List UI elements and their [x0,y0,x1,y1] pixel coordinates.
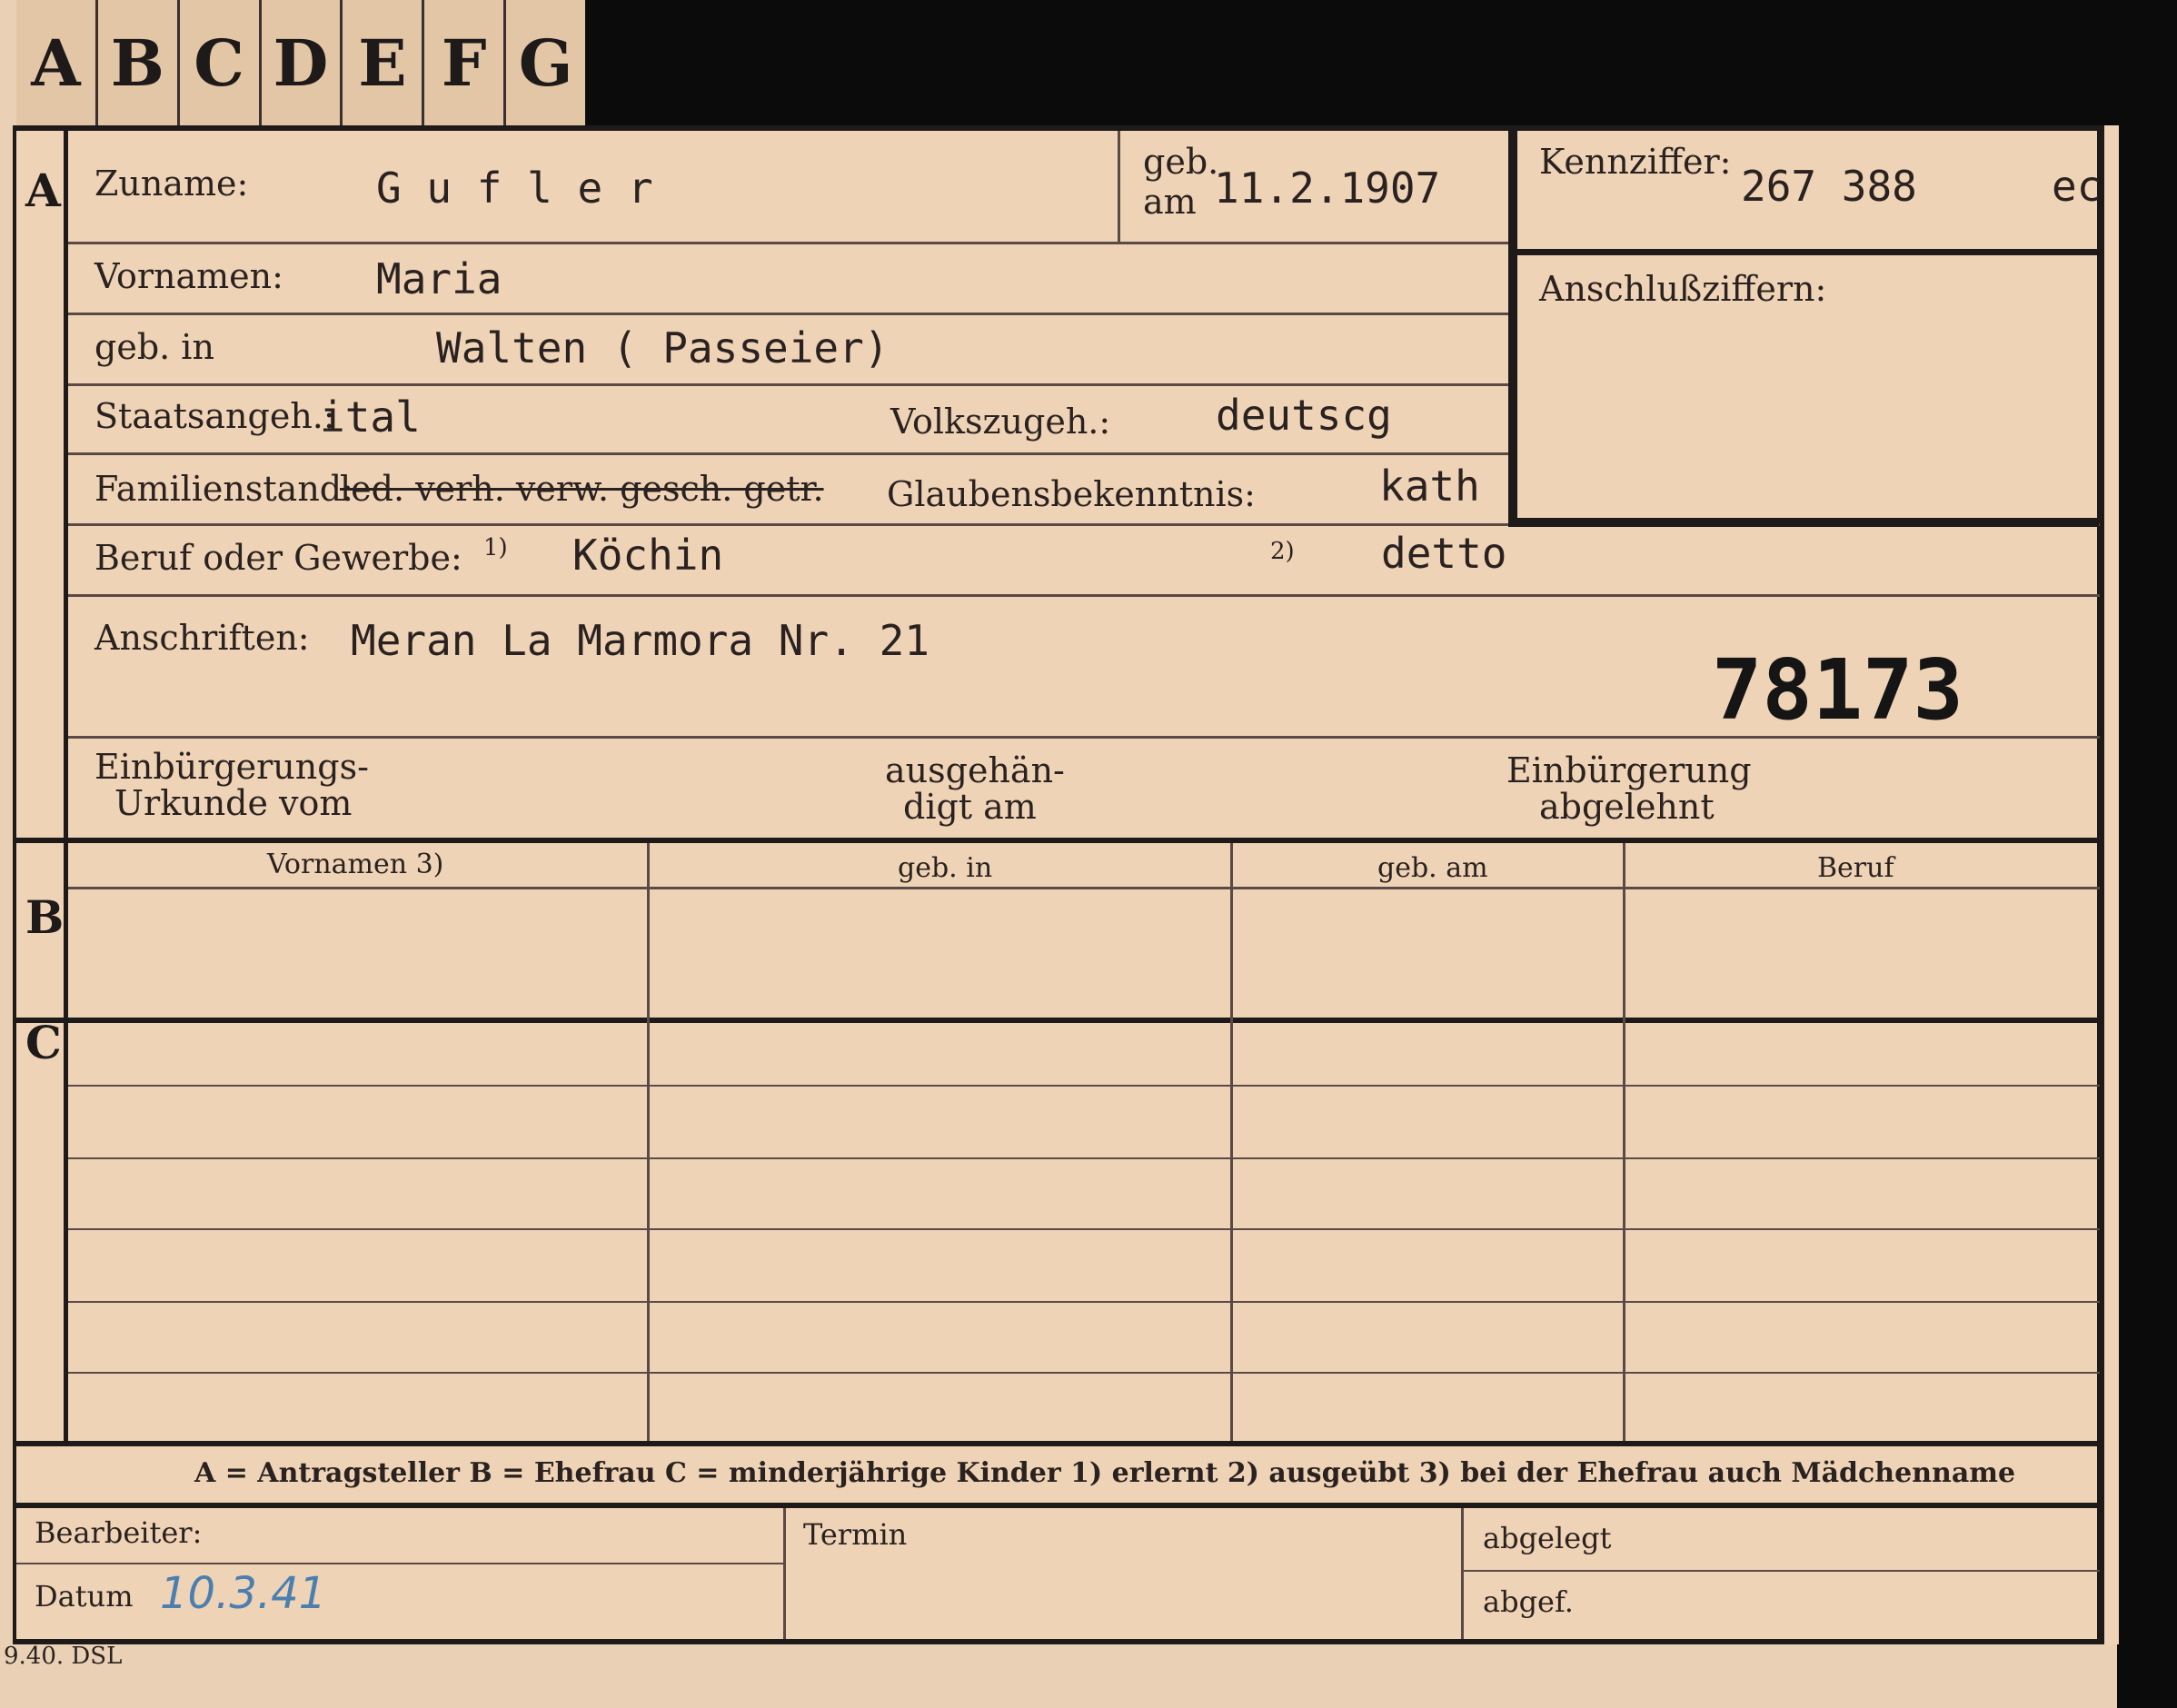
geb-am-label-top: geb. [1143,142,1219,182]
beruf-label: Beruf oder Gewerbe: [94,538,462,578]
index-tab: F [424,0,507,125]
index-tabs: A B C D E F G [16,0,585,125]
geb-in-label: geb. in [94,327,214,367]
zuname-label: Zuname: [94,164,249,204]
abgelegt-label: abgelegt [1483,1521,1612,1555]
anschriften-value: Meran La Marmora Nr. 21 [351,616,929,665]
termin-label: Termin [803,1517,908,1552]
legend-text: A = Antragsteller B = Ehefrau C = minder… [194,1457,2016,1489]
vornamen-value: Maria [376,254,502,303]
beruf-footnote-2: 2) [1270,538,1295,565]
datum-label: Datum [35,1579,134,1614]
beruf-value-2: detto [1381,529,1507,578]
table-header-geb-am: geb. am [1377,852,1488,884]
index-tab: G [518,25,573,101]
zuname-value: G u f l e r [376,164,653,213]
table-header-beruf: Beruf [1817,852,1894,884]
einbuergerungsurkunde-label-2: Urkunde vom [114,783,353,823]
geb-in-value: Walten ( Passeier) [436,323,890,372]
datum-value: 10.3.41 [160,1568,327,1619]
abgefertigt-label: abgef. [1483,1584,1574,1619]
glaubensbekenntnis-label: Glaubensbekenntnis: [887,474,1256,514]
index-tab: B [98,0,180,125]
einbuergerung-abgelehnt-label-2: abgelehnt [1539,787,1715,827]
registration-card: A B C Zuname: G u f l e r geb. am 11.2.1… [13,125,2119,1644]
geb-am-value: 11.2.1907 [1214,164,1441,213]
volkszugehoerigkeit-label: Volkszugeh.: [890,402,1111,442]
kennziffer-suffix: ec [2052,162,2102,211]
file-number: 78173 [1712,641,1963,739]
index-tab: E [343,0,425,125]
black-background-top [582,0,2177,127]
section-letter-b: B [25,890,65,944]
anschriften-label: Anschriften: [94,618,310,658]
familienstand-value: led. verh. verw. gesch. getr. [340,469,824,509]
index-tab: A [16,0,98,125]
familienstand-label: Familienstand: [94,469,353,509]
table-header-vornamen: Vornamen 3) [267,849,444,880]
vornamen-label: Vornamen: [94,256,283,296]
staatsangehoerigkeit-label: Staatsangeh.: [94,396,335,436]
kennziffer-label: Kennziffer: [1539,142,1732,182]
index-tab: C [180,0,262,125]
print-code: 9.40. DSL [4,1643,123,1670]
kennziffer-value: 267 388 [1741,162,1917,211]
ausgehaendigt-label-1: ausgehän- [885,750,1065,790]
einbuergerungsurkunde-label-1: Einbürgerungs- [94,747,369,787]
section-letter-c: C [25,1016,62,1069]
einbuergerung-abgelehnt-label-1: Einbürgerung [1506,750,1752,790]
glaubensbekenntnis-value: kath [1379,462,1480,511]
bearbeiter-label: Bearbeiter: [35,1515,203,1550]
volkszugehoerigkeit-value: deutscg [1216,391,1392,440]
ausgehaendigt-label-2: digt am [903,787,1037,827]
geb-am-label-bottom: am [1143,182,1197,222]
section-letter-a: A [25,164,61,217]
table-header-geb-in: geb. in [898,852,993,884]
anschlussziffern-label: Anschlußziffern: [1539,269,1827,309]
black-background-right [2117,0,2177,1708]
beruf-footnote-1: 1) [483,534,508,561]
staatsangehoerigkeit-value: ital [320,392,421,442]
index-tab: D [262,0,343,125]
beruf-value: Köchin [572,531,724,580]
